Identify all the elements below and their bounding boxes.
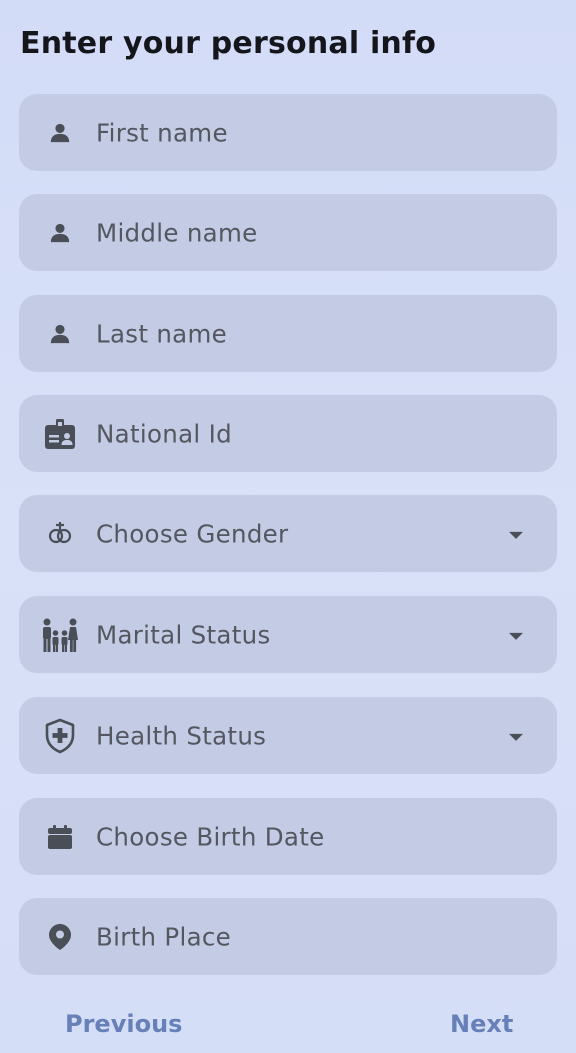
location-pin-icon xyxy=(48,923,72,951)
next-button[interactable]: Next xyxy=(450,1010,513,1038)
chevron-down-icon[interactable] xyxy=(509,733,523,741)
health-status-dropdown[interactable]: Health Status xyxy=(19,697,557,774)
national-id-placeholder: National Id xyxy=(96,419,232,448)
last-name-placeholder: Last name xyxy=(96,319,228,348)
gender-icon xyxy=(46,520,74,548)
marital-status-placeholder: Marital Status xyxy=(96,620,271,649)
id-badge-icon xyxy=(44,418,76,450)
first-name-placeholder: First name xyxy=(96,118,228,147)
health-shield-icon xyxy=(44,718,76,754)
birth-date-placeholder: Choose Birth Date xyxy=(96,822,325,851)
middle-name-field[interactable]: Middle name xyxy=(19,194,557,271)
birth-place-field[interactable]: Birth Place xyxy=(19,898,557,975)
person-icon xyxy=(49,122,71,144)
chevron-down-icon[interactable] xyxy=(509,531,523,539)
person-icon xyxy=(49,323,71,345)
middle-name-placeholder: Middle name xyxy=(96,218,258,247)
birth-place-placeholder: Birth Place xyxy=(96,922,232,951)
first-name-field[interactable]: First name xyxy=(19,94,557,171)
previous-button[interactable]: Previous xyxy=(65,1010,182,1038)
family-icon xyxy=(41,616,79,654)
chevron-down-icon[interactable] xyxy=(509,632,523,640)
national-id-field[interactable]: National Id xyxy=(19,395,557,472)
gender-placeholder: Choose Gender xyxy=(96,519,289,548)
birth-date-field[interactable]: Choose Birth Date xyxy=(19,798,557,875)
marital-status-dropdown[interactable]: Marital Status xyxy=(19,596,557,673)
gender-dropdown[interactable]: Choose Gender xyxy=(19,495,557,572)
last-name-field[interactable]: Last name xyxy=(19,295,557,372)
health-status-placeholder: Health Status xyxy=(96,721,267,750)
calendar-icon xyxy=(47,824,73,850)
page-title: Enter your personal info xyxy=(20,26,437,61)
person-icon xyxy=(49,222,71,244)
